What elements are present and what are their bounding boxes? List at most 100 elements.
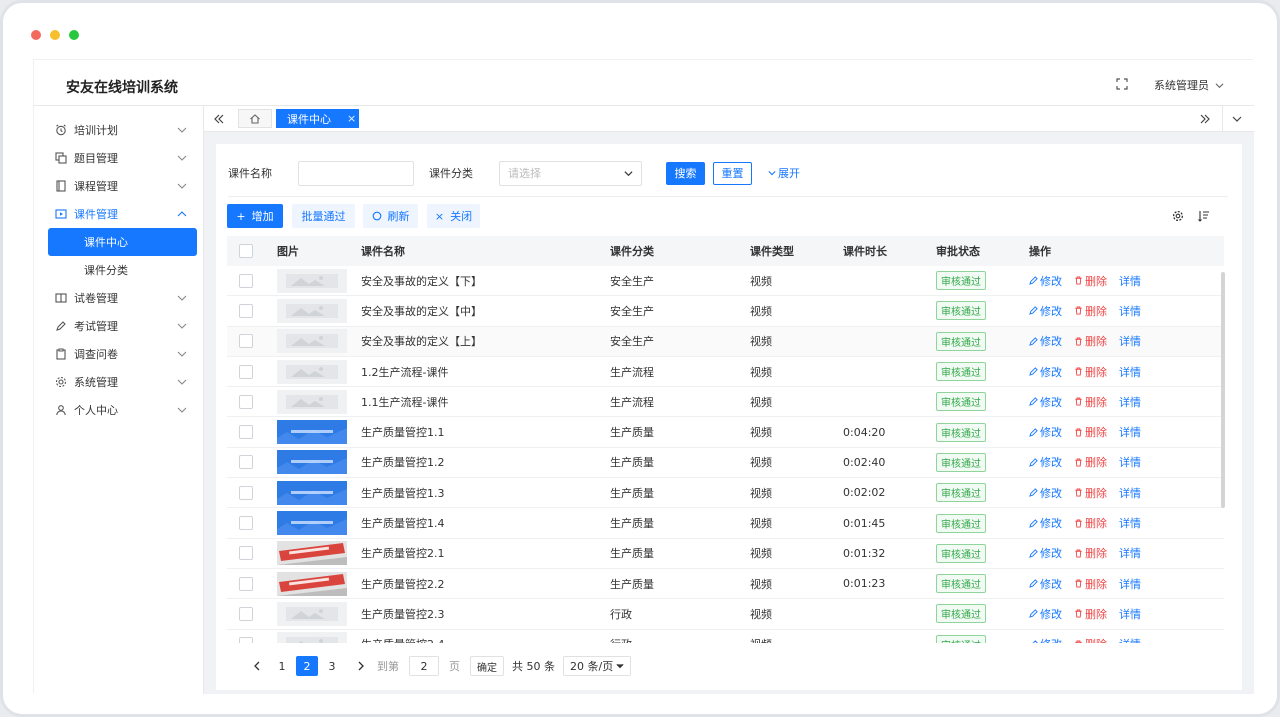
sidebar-subitem-courseware-category[interactable]: 课件分类: [48, 256, 197, 284]
row-checkbox[interactable]: [239, 455, 253, 470]
row-checkbox[interactable]: [239, 303, 253, 318]
table-row[interactable]: 生产质量管控1.3 生产质量 视频 0:02:02 审核通过 修改 删除 详情: [227, 478, 1224, 509]
table-scrollbar[interactable]: [1221, 272, 1225, 508]
sidebar-item-surveys[interactable]: 调查问卷: [34, 340, 203, 368]
tab-courseware-center[interactable]: 课件中心 ×: [276, 109, 359, 128]
delete-button[interactable]: 删除: [1074, 606, 1107, 622]
page-size-select[interactable]: 20 条/页: [563, 656, 631, 676]
row-checkbox[interactable]: [239, 576, 253, 591]
detail-link[interactable]: 详情: [1119, 303, 1141, 319]
tab-home[interactable]: [238, 109, 272, 128]
page-3[interactable]: 3: [321, 656, 343, 676]
user-menu[interactable]: 系统管理员: [1154, 77, 1224, 93]
prev-page-icon[interactable]: [246, 656, 268, 676]
refresh-button[interactable]: 刷新: [363, 204, 418, 228]
edit-button[interactable]: 修改: [1029, 333, 1062, 349]
row-checkbox[interactable]: [239, 516, 253, 531]
edit-button[interactable]: 修改: [1029, 454, 1062, 470]
detail-link[interactable]: 详情: [1119, 576, 1141, 592]
sidebar-item-courseware[interactable]: 课件管理: [34, 200, 203, 228]
tabs-scroll-right-icon[interactable]: [1196, 106, 1214, 132]
goto-confirm-button[interactable]: 确定: [470, 656, 504, 676]
goto-page-input[interactable]: 2: [409, 656, 439, 676]
row-checkbox[interactable]: [239, 394, 253, 409]
page-2[interactable]: 2: [296, 656, 318, 676]
expand-link[interactable]: 展开: [768, 165, 800, 181]
detail-link[interactable]: 详情: [1119, 606, 1141, 622]
sidebar-item-exams[interactable]: 考试管理: [34, 312, 203, 340]
close-window-dot[interactable]: [31, 30, 41, 40]
delete-button[interactable]: 删除: [1074, 545, 1107, 561]
sidebar-item-questions[interactable]: 题目管理: [34, 144, 203, 172]
table-row[interactable]: 生产质量管控1.1 生产质量 视频 0:04:20 审核通过 修改 删除 详情: [227, 417, 1224, 448]
row-checkbox[interactable]: [239, 334, 253, 349]
table-row[interactable]: 安全及事故的定义【上】 安全生产 视频 审核通过 修改 删除 详情: [227, 326, 1224, 357]
edit-button[interactable]: 修改: [1029, 424, 1062, 440]
add-button[interactable]: + 增加: [227, 204, 283, 228]
delete-button[interactable]: 删除: [1074, 394, 1107, 410]
table-row[interactable]: 生产质量管控2.1 生产质量 视频 0:01:32 审核通过 修改 删除 详情: [227, 539, 1224, 569]
row-checkbox[interactable]: [239, 425, 253, 440]
table-row[interactable]: 生产质量管控1.2 生产质量 视频 0:02:40 审核通过 修改 删除 详情: [227, 448, 1224, 479]
row-checkbox[interactable]: [239, 606, 253, 621]
table-row[interactable]: 生产质量管控2.3 行政 视频 审核通过 修改 删除 详情: [227, 599, 1224, 630]
table-row[interactable]: 安全及事故的定义【下】 安全生产 视频 审核通过 修改 删除 详情: [227, 266, 1224, 297]
select-all-checkbox[interactable]: [239, 244, 253, 258]
edit-button[interactable]: 修改: [1029, 273, 1062, 289]
sidebar-item-system[interactable]: 系统管理: [34, 368, 203, 396]
table-row[interactable]: 生产质量管控1.4 生产质量 视频 0:01:45 审核通过 修改 删除 详情: [227, 508, 1224, 539]
detail-link[interactable]: 详情: [1119, 454, 1141, 470]
delete-button[interactable]: 删除: [1074, 485, 1107, 501]
close-button[interactable]: × 关闭: [427, 204, 480, 228]
table-row[interactable]: 1.1生产流程-课件 生产流程 视频 审核通过 修改 删除 详情: [227, 387, 1224, 418]
delete-button[interactable]: 删除: [1074, 424, 1107, 440]
delete-button[interactable]: 删除: [1074, 576, 1107, 592]
maximize-window-dot[interactable]: [69, 30, 79, 40]
search-button[interactable]: 搜索: [666, 161, 705, 185]
table-row[interactable]: 安全及事故的定义【中】 安全生产 视频 审核通过 修改 删除 详情: [227, 296, 1224, 327]
table-row[interactable]: 生产质量管控2.4行政视频 审核通过 修改 删除 详情: [227, 630, 1224, 643]
settings-gear-icon[interactable]: [1171, 204, 1185, 228]
sidebar-subitem-courseware-center[interactable]: 课件中心: [48, 228, 197, 256]
edit-button[interactable]: 修改: [1029, 303, 1062, 319]
row-checkbox[interactable]: [239, 364, 253, 379]
table-row[interactable]: 1.2生产流程-课件 生产流程 视频 审核通过 修改 删除 详情: [227, 357, 1224, 388]
fullscreen-icon[interactable]: [1116, 77, 1128, 93]
delete-button[interactable]: 删除: [1074, 454, 1107, 470]
edit-button[interactable]: 修改: [1029, 545, 1062, 561]
detail-link[interactable]: 详情: [1119, 273, 1141, 289]
detail-link[interactable]: 详情: [1119, 424, 1141, 440]
delete-button[interactable]: 删除: [1074, 364, 1107, 380]
detail-link[interactable]: 详情: [1119, 485, 1141, 501]
detail-link[interactable]: 详情: [1119, 545, 1141, 561]
row-checkbox[interactable]: [239, 485, 253, 500]
row-checkbox[interactable]: [239, 273, 253, 288]
edit-button[interactable]: 修改: [1029, 636, 1062, 643]
edit-button[interactable]: 修改: [1029, 606, 1062, 622]
sidebar-item-profile[interactable]: 个人中心: [34, 396, 203, 424]
name-input[interactable]: [298, 160, 414, 186]
minimize-window-dot[interactable]: [50, 30, 60, 40]
detail-link[interactable]: 详情: [1119, 364, 1141, 380]
edit-button[interactable]: 修改: [1029, 515, 1062, 531]
edit-button[interactable]: 修改: [1029, 394, 1062, 410]
table-row[interactable]: 生产质量管控2.2 生产质量 视频 0:01:23 审核通过 修改 删除 详情: [227, 569, 1224, 600]
delete-button[interactable]: 删除: [1074, 303, 1107, 319]
edit-button[interactable]: 修改: [1029, 364, 1062, 380]
detail-link[interactable]: 详情: [1119, 636, 1141, 643]
row-checkbox[interactable]: [239, 637, 253, 643]
edit-button[interactable]: 修改: [1029, 576, 1062, 592]
delete-button[interactable]: 删除: [1074, 515, 1107, 531]
edit-button[interactable]: 修改: [1029, 485, 1062, 501]
close-icon[interactable]: ×: [347, 112, 356, 125]
category-select[interactable]: 请选择: [499, 160, 642, 186]
sidebar-item-papers[interactable]: 试卷管理: [34, 284, 203, 312]
detail-link[interactable]: 详情: [1119, 394, 1141, 410]
next-page-icon[interactable]: [350, 656, 372, 676]
reset-button[interactable]: 重置: [713, 161, 752, 185]
delete-button[interactable]: 删除: [1074, 273, 1107, 289]
page-1[interactable]: 1: [271, 656, 293, 676]
detail-link[interactable]: 详情: [1119, 515, 1141, 531]
tabs-menu-chevron-icon[interactable]: [1228, 106, 1246, 132]
sidebar-item-courses[interactable]: 课程管理: [34, 172, 203, 200]
